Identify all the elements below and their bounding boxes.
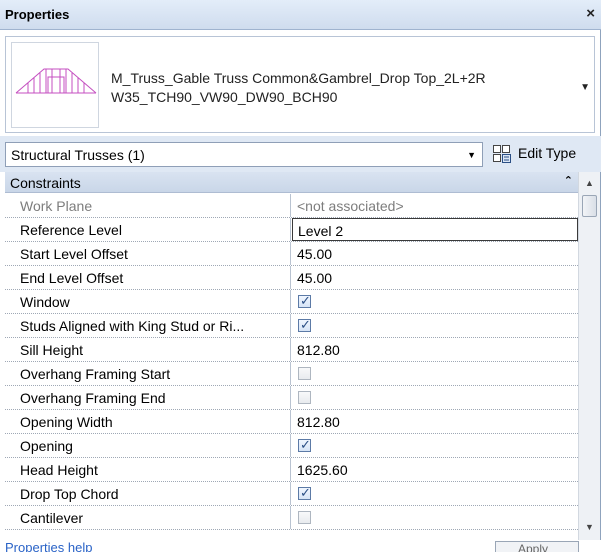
property-name: Head Height	[5, 458, 291, 481]
property-row[interactable]: Cantilever	[5, 506, 578, 530]
property-name: Opening	[5, 434, 291, 457]
property-row[interactable]: End Level Offset 45.00	[5, 266, 578, 290]
property-name: Overhang Framing Start	[5, 362, 291, 385]
instance-filter-value: Structural Trusses (1)	[11, 147, 145, 163]
apply-button[interactable]: Apply	[495, 541, 579, 552]
type-name: M_Truss_Gable Truss Common&Gambrel_Drop …	[111, 69, 561, 107]
apply-label: Apply	[518, 542, 549, 552]
property-checkbox-cell[interactable]	[292, 506, 578, 529]
palette-title-bar[interactable]: Properties ×	[0, 0, 601, 30]
scroll-up-icon[interactable]: ▲	[585, 178, 594, 188]
property-name: Work Plane	[5, 194, 291, 217]
property-checkbox-cell[interactable]	[292, 314, 578, 337]
property-checkbox-cell[interactable]	[292, 482, 578, 505]
edit-type-button[interactable]: Edit Type	[489, 141, 599, 168]
close-icon[interactable]: ×	[586, 5, 595, 22]
scroll-down-icon[interactable]: ▼	[585, 522, 594, 532]
property-row[interactable]: Drop Top Chord	[5, 482, 578, 506]
property-checkbox-cell[interactable]	[292, 434, 578, 457]
property-name: End Level Offset	[5, 266, 291, 289]
property-value[interactable]: 1625.60	[292, 458, 578, 481]
palette-title: Properties	[5, 7, 70, 22]
vertical-scrollbar[interactable]: ▲ ▼	[578, 172, 600, 552]
property-row[interactable]: Window	[5, 290, 578, 314]
property-row[interactable]: Studs Aligned with King Stud or Ri...	[5, 314, 578, 338]
scrollbar-thumb[interactable]	[582, 195, 597, 217]
property-name: Window	[5, 290, 291, 313]
property-row[interactable]: Head Height 1625.60	[5, 458, 578, 482]
property-value[interactable]: <not associated>	[292, 194, 578, 217]
property-checkbox-cell[interactable]	[292, 362, 578, 385]
property-row[interactable]: Opening	[5, 434, 578, 458]
property-grid: Constraints ⌃ Work Plane <not associated>…	[5, 172, 578, 552]
property-name: Sill Height	[5, 338, 291, 361]
properties-palette: Properties × M_Truss_Gable Truss Common&…	[0, 0, 601, 552]
property-name: Start Level Offset	[5, 242, 291, 265]
type-name-line-1: M_Truss_Gable Truss Common&Gambrel_Drop …	[111, 70, 486, 86]
checkbox-checked[interactable]	[298, 485, 311, 501]
property-row[interactable]: Reference Level Level 2	[5, 218, 578, 242]
chevron-down-icon[interactable]: ▼	[580, 82, 590, 93]
property-name: Overhang Framing End	[5, 386, 291, 409]
checkbox-unchecked[interactable]	[298, 367, 311, 380]
property-value[interactable]: 812.80	[292, 410, 578, 433]
checkbox-checked[interactable]	[298, 437, 311, 453]
property-checkbox-cell[interactable]	[292, 290, 578, 313]
palette-footer: Properties help Apply	[0, 540, 601, 552]
property-value[interactable]: 45.00	[292, 266, 578, 289]
truss-preview-icon	[11, 42, 99, 128]
checkbox-checked[interactable]	[298, 317, 311, 333]
property-value-input[interactable]: Level 2	[292, 218, 578, 241]
property-checkbox-cell[interactable]	[292, 386, 578, 409]
instance-filter-dropdown[interactable]: Structural Trusses (1) ▼	[5, 142, 483, 167]
property-row[interactable]: Overhang Framing Start	[5, 362, 578, 386]
property-name: Reference Level	[5, 218, 291, 241]
category-header-constraints[interactable]: Constraints ⌃	[5, 172, 578, 193]
edit-type-label: Edit Type	[518, 145, 577, 161]
category-label: Constraints	[10, 175, 81, 191]
properties-help-link[interactable]: Properties help	[5, 540, 92, 552]
property-name: Studs Aligned with King Stud or Ri...	[5, 314, 291, 337]
checkbox-unchecked[interactable]	[298, 511, 311, 524]
edit-type-icon	[492, 144, 512, 164]
checkbox-checked[interactable]	[298, 293, 311, 309]
checkbox-unchecked[interactable]	[298, 391, 311, 404]
collapse-icon[interactable]: ⌃	[564, 174, 573, 187]
property-row[interactable]: Sill Height 812.80	[5, 338, 578, 362]
property-name: Cantilever	[5, 506, 291, 529]
property-row[interactable]: Overhang Framing End	[5, 386, 578, 410]
type-name-line-2: W35_TCH90_VW90_DW90_BCH90	[111, 89, 338, 105]
property-name: Opening Width	[5, 410, 291, 433]
property-row[interactable]: Start Level Offset 45.00	[5, 242, 578, 266]
property-row[interactable]: Opening Width 812.80	[5, 410, 578, 434]
chevron-down-icon[interactable]: ▼	[467, 150, 476, 160]
property-value[interactable]: 812.80	[292, 338, 578, 361]
type-selector[interactable]: M_Truss_Gable Truss Common&Gambrel_Drop …	[5, 36, 595, 133]
property-row[interactable]: Work Plane <not associated>	[5, 194, 578, 218]
property-name: Drop Top Chord	[5, 482, 291, 505]
property-value[interactable]: 45.00	[292, 242, 578, 265]
